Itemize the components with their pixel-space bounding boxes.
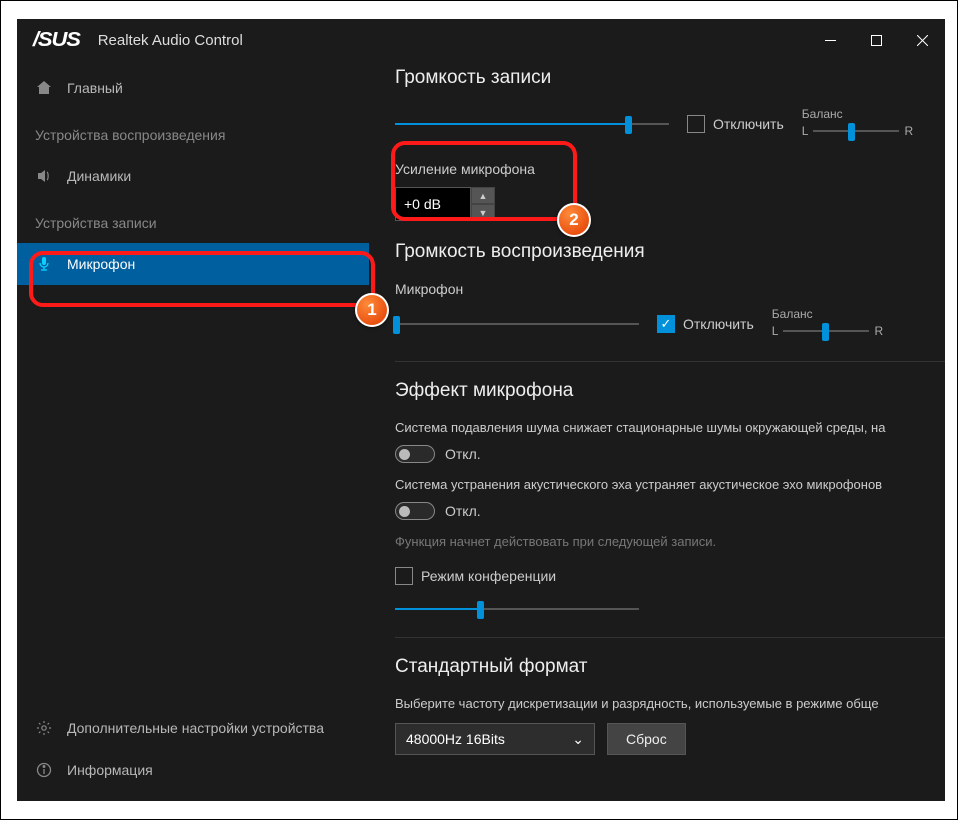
sidebar-item-microphone[interactable]: Микрофон <box>17 243 369 285</box>
balance-l: L <box>802 124 809 138</box>
chevron-down-icon: ⌄ <box>572 731 584 748</box>
recording-volume-slider[interactable] <box>395 114 669 134</box>
toggle-state-label: Откл. <box>445 446 481 462</box>
spinner-down-button[interactable]: ▼ <box>471 204 495 221</box>
format-dropdown[interactable]: 48000Hz 16Bits ⌄ <box>395 723 595 755</box>
gear-icon <box>35 719 53 737</box>
toggle-state-label: Откл. <box>445 503 481 519</box>
mic-gain-label: Усиление микрофона <box>395 161 945 177</box>
sidebar-item-label: Главный <box>67 80 123 96</box>
sidebar: Главный Устройства воспроизведения Динам… <box>17 61 369 801</box>
effect-note: Функция начнет действовать при следующей… <box>395 534 945 549</box>
noise-suppression-desc: Система подавления шума снижает стациона… <box>395 420 945 435</box>
sidebar-item-info[interactable]: Информация <box>17 749 369 791</box>
balance-label: Баланс <box>802 107 913 121</box>
info-icon <box>35 761 53 779</box>
sidebar-heading-playback: Устройства воспроизведения <box>17 115 369 155</box>
close-button[interactable] <box>899 19 945 61</box>
checkbox-label: Отключить <box>683 316 754 332</box>
checkbox-label: Режим конференции <box>421 568 556 584</box>
playback-mute-checkbox[interactable]: ✓ Отключить <box>657 315 754 333</box>
noise-suppression-toggle[interactable] <box>395 445 435 463</box>
divider <box>395 637 945 638</box>
mic-gain-spinner[interactable]: ▲ ▼ <box>395 187 945 221</box>
recording-mute-checkbox[interactable]: Отключить <box>687 115 784 133</box>
playback-device-label: Микрофон <box>395 281 945 297</box>
divider <box>395 361 945 362</box>
sidebar-item-label: Микрофон <box>67 256 135 272</box>
sidebar-heading-recording: Устройства записи <box>17 203 369 243</box>
button-label: Сброс <box>626 731 667 747</box>
conference-mode-checkbox[interactable]: Режим конференции <box>395 567 945 585</box>
maximize-button[interactable] <box>853 19 899 61</box>
minimize-button[interactable] <box>807 19 853 61</box>
balance-r: R <box>904 124 913 138</box>
window-title: Realtek Audio Control <box>98 32 243 49</box>
mic-gain-input[interactable] <box>395 187 471 221</box>
reset-button[interactable]: Сброс <box>607 723 686 755</box>
dropdown-value: 48000Hz 16Bits <box>406 731 505 747</box>
mic-effect-heading: Эффект микрофона <box>395 380 945 402</box>
sidebar-item-label: Информация <box>67 762 153 778</box>
playback-volume-heading: Громкость воспроизведения <box>395 241 945 263</box>
playback-balance-slider[interactable] <box>783 321 869 341</box>
sidebar-item-speakers[interactable]: Динамики <box>17 155 369 197</box>
echo-cancel-desc: Система устранения акустического эха уст… <box>395 477 945 492</box>
balance-l: L <box>772 324 779 338</box>
sidebar-item-label: Дополнительные настройки устройства <box>67 720 324 736</box>
default-format-heading: Стандартный формат <box>395 656 945 678</box>
titlebar: /SUS Realtek Audio Control <box>17 19 945 61</box>
recording-volume-heading: Громкость записи <box>395 67 945 89</box>
recording-balance-slider[interactable] <box>813 121 899 141</box>
echo-cancel-toggle[interactable] <box>395 502 435 520</box>
conference-slider[interactable] <box>395 599 639 619</box>
checkbox-label: Отключить <box>713 116 784 132</box>
sidebar-item-main[interactable]: Главный <box>17 67 369 109</box>
home-icon <box>35 79 53 97</box>
default-format-desc: Выберите частоту дискретизации и разрядн… <box>395 696 945 711</box>
sidebar-item-label: Динамики <box>67 168 131 184</box>
sidebar-item-advanced[interactable]: Дополнительные настройки устройства <box>17 707 369 749</box>
balance-r: R <box>874 324 883 338</box>
playback-volume-slider[interactable] <box>395 314 639 334</box>
balance-label: Баланс <box>772 307 883 321</box>
main-panel: Громкость записи Отключить Баланс L <box>369 61 945 801</box>
app-window: /SUS Realtek Audio Control Главный Устро… <box>17 19 945 801</box>
speaker-icon <box>35 167 53 185</box>
spinner-up-button[interactable]: ▲ <box>471 187 495 204</box>
microphone-icon <box>35 255 53 273</box>
asus-logo: /SUS <box>33 29 80 52</box>
